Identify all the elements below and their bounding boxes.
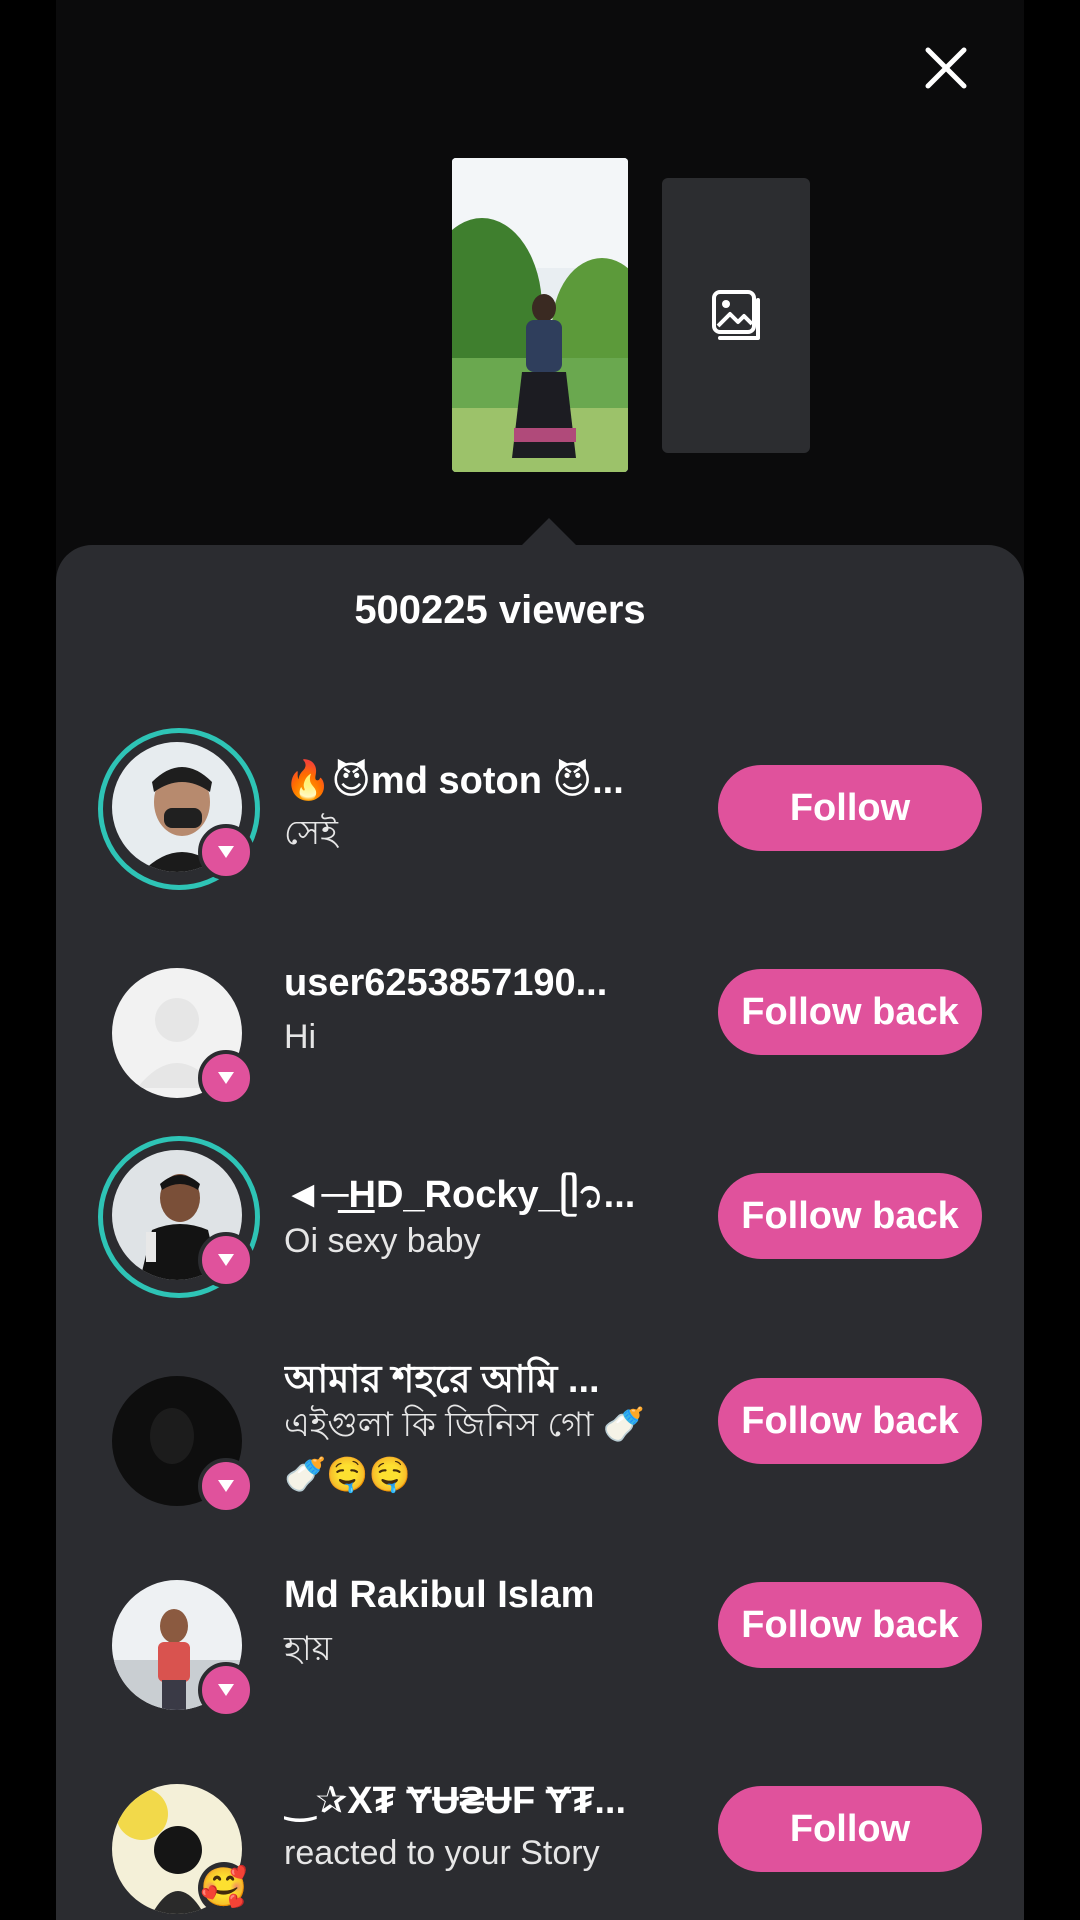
viewer-count: 500225 viewers [354, 588, 646, 632]
close-button[interactable] [918, 40, 974, 96]
viewer-row[interactable]: 🥰 ‿✰X₮ ɎɄ₴ɄF Ɏ₮... reacted to your Story… [56, 1744, 1024, 1914]
reply-arrow-icon [218, 846, 234, 858]
reply-badge [198, 1662, 254, 1718]
reply-badge [198, 824, 254, 880]
viewer-row[interactable]: 🔥😈md soton 😈... সেই Follow [56, 708, 1024, 890]
viewer-name: user6253857190... [284, 962, 608, 1004]
reply-arrow-icon [218, 1072, 234, 1084]
viewer-message: reacted to your Story [284, 1834, 600, 1872]
follow-back-button[interactable]: Follow back [718, 969, 982, 1055]
avatar[interactable] [98, 728, 260, 890]
avatar[interactable] [98, 1356, 258, 1516]
follow-back-button[interactable]: Follow back [718, 1378, 982, 1464]
follow-button[interactable]: Follow [718, 1786, 982, 1872]
story-photo [452, 158, 628, 472]
viewer-message: হায় [284, 1630, 332, 1668]
follow-back-button[interactable]: Follow back [718, 1582, 982, 1668]
close-icon [925, 47, 967, 89]
avatar[interactable] [98, 932, 258, 1106]
reply-arrow-icon [218, 1684, 234, 1696]
follow-back-button[interactable]: Follow back [718, 1173, 982, 1259]
story-placeholder[interactable] [662, 178, 810, 453]
reply-badge [198, 1232, 254, 1288]
viewer-row[interactable]: আমার শহরে আমি ... এইগুলা কি জিনিস গো 🍼🍼🤤… [56, 1336, 1024, 1514]
reply-badge [198, 1050, 254, 1106]
viewer-message: Oi sexy baby [284, 1222, 481, 1260]
reaction-emoji: 🥰 [200, 1867, 248, 1909]
story-viewers-screen: 500225 viewers 🔥😈md soton 😈... সেই Follo… [56, 0, 1024, 1920]
viewer-row[interactable]: user6253857190... Hi Follow back [56, 912, 1024, 1106]
viewer-name: 🔥😈md soton 😈... [284, 760, 624, 802]
reaction-badge: 🥰 [198, 1862, 250, 1914]
viewer-row[interactable]: Md Rakibul Islam হায় Follow back [56, 1540, 1024, 1718]
sheet-pointer [521, 518, 577, 546]
viewer-message: Hi [284, 1018, 317, 1056]
reply-arrow-icon [218, 1480, 234, 1492]
viewer-message: সেই [284, 814, 338, 852]
reply-badge [198, 1458, 254, 1514]
viewer-name: Md Rakibul Islam [284, 1574, 595, 1616]
avatar[interactable]: 🥰 [98, 1764, 258, 1920]
follow-button[interactable]: Follow [718, 765, 982, 851]
story-thumbnail[interactable] [452, 158, 628, 472]
avatar[interactable] [98, 1136, 260, 1298]
viewer-message: এইগুলা কি জিনিস গো 🍼🍼🤤🤤 [284, 1406, 646, 1494]
image-stack-icon [712, 289, 760, 340]
viewer-name: ‿✰X₮ ɎɄ₴ɄF Ɏ₮... [284, 1780, 626, 1822]
avatar[interactable] [98, 1560, 258, 1720]
viewer-row[interactable]: ◄─͟HD_Rocky_ᥫ᭡... Oi sexy baby Follow ba… [56, 1116, 1024, 1298]
reply-arrow-icon [218, 1254, 234, 1266]
